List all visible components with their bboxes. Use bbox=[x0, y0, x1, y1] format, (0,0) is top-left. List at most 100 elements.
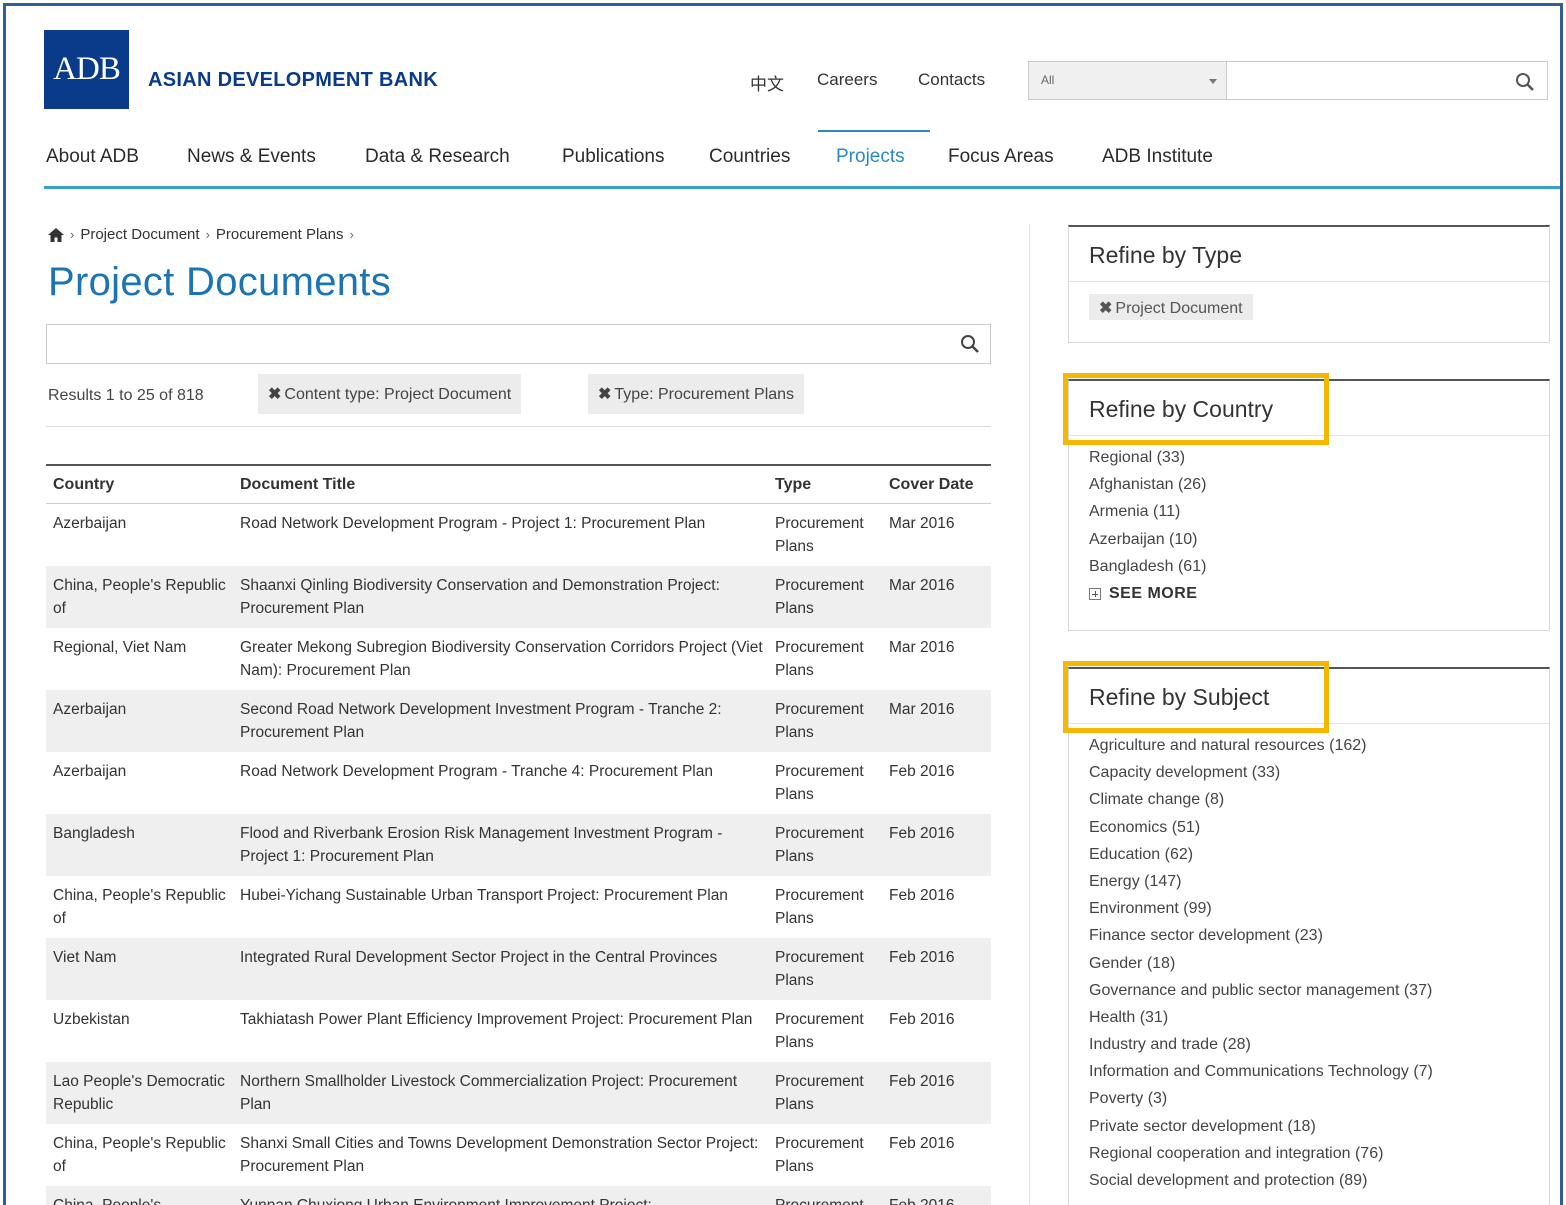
breadcrumb-project-document[interactable]: Project Document bbox=[80, 226, 199, 243]
row-document-title-link[interactable]: Greater Mekong Subregion Biodiversity Co… bbox=[240, 636, 764, 682]
breadcrumb-separator: › bbox=[70, 227, 75, 242]
subject-filter-link[interactable]: Agriculture and natural resources (162) bbox=[1089, 737, 1549, 764]
see-more-countries-button[interactable]: SEE MORE bbox=[1069, 585, 1549, 603]
subject-filter-link[interactable]: Regional cooperation and integration (76… bbox=[1089, 1145, 1549, 1172]
row-document-title-link[interactable]: Yunnan Chuxiong Urban Environment Improv… bbox=[240, 1194, 764, 1205]
search-scope-select[interactable]: All bbox=[1028, 61, 1228, 100]
subject-filter-link[interactable]: Poverty (3) bbox=[1089, 1090, 1549, 1117]
filter-chip-type[interactable]: ✖ Type: Procurement Plans bbox=[588, 374, 805, 414]
row-document-title-link[interactable]: Flood and Riverbank Erosion Risk Managem… bbox=[240, 822, 764, 868]
country-filter-link[interactable]: Azerbaijan (10) bbox=[1089, 531, 1549, 558]
document-search-input[interactable] bbox=[46, 324, 991, 364]
close-icon[interactable]: ✖ bbox=[268, 386, 281, 403]
row-cover-date: Mar 2016 bbox=[889, 515, 955, 532]
nav-data-research[interactable]: Data & Research bbox=[365, 146, 510, 168]
subject-filter-link[interactable]: Environment (99) bbox=[1089, 900, 1549, 927]
subject-filter-link[interactable]: Industry and trade (28) bbox=[1089, 1036, 1549, 1063]
subject-filter-link[interactable]: Private sector development (18) bbox=[1089, 1118, 1549, 1145]
table-header: Country Document Title Type Cover Date bbox=[46, 466, 991, 504]
subject-filter-link[interactable]: Education (62) bbox=[1089, 846, 1549, 873]
row-type: Procurement Plans bbox=[775, 763, 864, 803]
filter-chip-label: Content type: Project Document bbox=[284, 386, 512, 403]
row-country: Azerbaijan bbox=[53, 515, 127, 532]
column-header-title[interactable]: Document Title bbox=[240, 476, 764, 494]
subject-filter-link[interactable]: Economics (51) bbox=[1089, 819, 1549, 846]
type-filter-chip[interactable]: ✖ Project Document bbox=[1089, 294, 1253, 320]
row-type: Procurement Plans bbox=[775, 577, 864, 617]
header-search-input[interactable] bbox=[1226, 61, 1548, 100]
home-icon[interactable] bbox=[48, 227, 64, 242]
column-header-date[interactable]: Cover Date bbox=[889, 476, 989, 494]
breadcrumb-procurement-plans[interactable]: Procurement Plans bbox=[216, 226, 344, 243]
nav-publications[interactable]: Publications bbox=[562, 146, 664, 168]
logo-text: ADB bbox=[53, 51, 121, 87]
country-filter-link[interactable]: Bangladesh (61) bbox=[1089, 558, 1549, 585]
close-icon[interactable]: ✖ bbox=[1099, 300, 1112, 317]
table-row: China, People's Republic of Hubei-Yichang… bbox=[46, 876, 991, 938]
refine-by-subject-title: Refine by Subject bbox=[1089, 684, 1270, 710]
subject-filter-link[interactable]: Health (31) bbox=[1089, 1009, 1549, 1036]
row-country: China, People's Republic of bbox=[53, 577, 226, 617]
row-country: China, People's Republic of bbox=[53, 887, 226, 927]
main-nav: About ADB News & Events Data & Research … bbox=[44, 131, 1560, 189]
column-header-type[interactable]: Type bbox=[775, 476, 885, 494]
table-row: Lao People's Democratic Republic Northern… bbox=[46, 1062, 991, 1124]
nav-news-events[interactable]: News & Events bbox=[187, 146, 316, 168]
column-header-country[interactable]: Country bbox=[53, 476, 233, 494]
careers-link[interactable]: Careers bbox=[817, 70, 877, 90]
row-type: Procurement Plans bbox=[775, 887, 864, 927]
subject-filter-link[interactable]: Gender (18) bbox=[1089, 955, 1549, 982]
refine-by-type-panel: Refine by Type ✖ Project Document bbox=[1068, 225, 1550, 343]
country-filter-link[interactable]: Regional (33) bbox=[1089, 449, 1549, 476]
subject-filter-link[interactable]: Governance and public sector management … bbox=[1089, 982, 1549, 1009]
type-filter-chip-label: Project Document bbox=[1115, 300, 1243, 317]
subject-filter-link[interactable]: Finance sector development (23) bbox=[1089, 927, 1549, 954]
adb-logo[interactable]: ADB bbox=[44, 30, 129, 109]
row-document-title-link[interactable]: Second Road Network Development Investme… bbox=[240, 698, 764, 744]
bank-name[interactable]: ASIAN DEVELOPMENT BANK bbox=[148, 69, 438, 92]
row-document-title-link[interactable]: Road Network Development Program - Proje… bbox=[240, 512, 764, 535]
row-type: Procurement Plans bbox=[775, 1135, 864, 1175]
subject-filter-link[interactable]: Climate change (8) bbox=[1089, 791, 1549, 818]
refine-by-country-panel: Refine by Country Regional (33) Afghanist… bbox=[1068, 379, 1550, 631]
row-document-title-link[interactable]: Shanxi Small Cities and Towns Developmen… bbox=[240, 1132, 764, 1178]
row-type: Procurement Plans bbox=[775, 949, 864, 989]
country-filter-list: Regional (33) Afghanistan (26) Armenia (11… bbox=[1069, 436, 1549, 585]
nav-countries[interactable]: Countries bbox=[709, 146, 790, 168]
subject-filter-link[interactable]: Social development and protection (89) bbox=[1089, 1172, 1549, 1199]
documents-table: Country Document Title Type Cover Date A… bbox=[46, 464, 991, 1205]
row-document-title-link[interactable]: Northern Smallholder Livestock Commercia… bbox=[240, 1070, 764, 1116]
subject-filter-link[interactable]: Energy (147) bbox=[1089, 873, 1549, 900]
country-filter-link[interactable]: Afghanistan (26) bbox=[1089, 476, 1549, 503]
chinese-language-link[interactable]: 中文 bbox=[750, 70, 784, 95]
contacts-link[interactable]: Contacts bbox=[918, 70, 985, 90]
row-document-title-link[interactable]: Takhiatash Power Plant Efficiency Improv… bbox=[240, 1008, 764, 1031]
nav-about-adb[interactable]: About ADB bbox=[46, 146, 139, 168]
table-row: Azerbaijan Road Network Development Progr… bbox=[46, 504, 991, 566]
nav-projects[interactable]: Projects bbox=[836, 146, 905, 168]
table-row: Viet Nam Integrated Rural Development Sec… bbox=[46, 938, 991, 1000]
row-type: Procurement Plans bbox=[775, 701, 864, 741]
panel-header: Refine by Country bbox=[1069, 381, 1549, 436]
row-document-title-link[interactable]: Shaanxi Qinling Biodiversity Conservatio… bbox=[240, 574, 764, 620]
nav-adb-institute[interactable]: ADB Institute bbox=[1102, 146, 1213, 168]
panel-header: Refine by Type bbox=[1069, 227, 1549, 282]
nav-focus-areas[interactable]: Focus Areas bbox=[948, 146, 1054, 168]
country-filter-link[interactable]: Armenia (11) bbox=[1089, 503, 1549, 530]
row-document-title-link[interactable]: Road Network Development Program - Tranc… bbox=[240, 760, 764, 783]
row-country: Regional, Viet Nam bbox=[53, 639, 187, 656]
row-document-title-link[interactable]: Integrated Rural Development Sector Proj… bbox=[240, 946, 764, 969]
expand-icon bbox=[1089, 587, 1101, 600]
row-country: China, People's Republic of bbox=[53, 1135, 226, 1175]
close-icon[interactable]: ✖ bbox=[598, 386, 611, 403]
row-document-title-link[interactable]: Hubei-Yichang Sustainable Urban Transpor… bbox=[240, 884, 764, 907]
subject-filter-link[interactable]: Information and Communications Technolog… bbox=[1089, 1063, 1549, 1090]
filter-chip-content-type[interactable]: ✖ Content type: Project Document bbox=[258, 374, 522, 414]
row-type: Procurement Plans bbox=[775, 1073, 864, 1113]
search-icon[interactable] bbox=[1515, 72, 1535, 92]
search-icon[interactable] bbox=[960, 334, 980, 354]
table-row: Azerbaijan Road Network Development Progr… bbox=[46, 752, 991, 814]
subject-filter-link[interactable]: Capacity development (33) bbox=[1089, 764, 1549, 791]
table-row: Regional, Viet Nam Greater Mekong Subregi… bbox=[46, 628, 991, 690]
row-cover-date: Mar 2016 bbox=[889, 701, 955, 718]
